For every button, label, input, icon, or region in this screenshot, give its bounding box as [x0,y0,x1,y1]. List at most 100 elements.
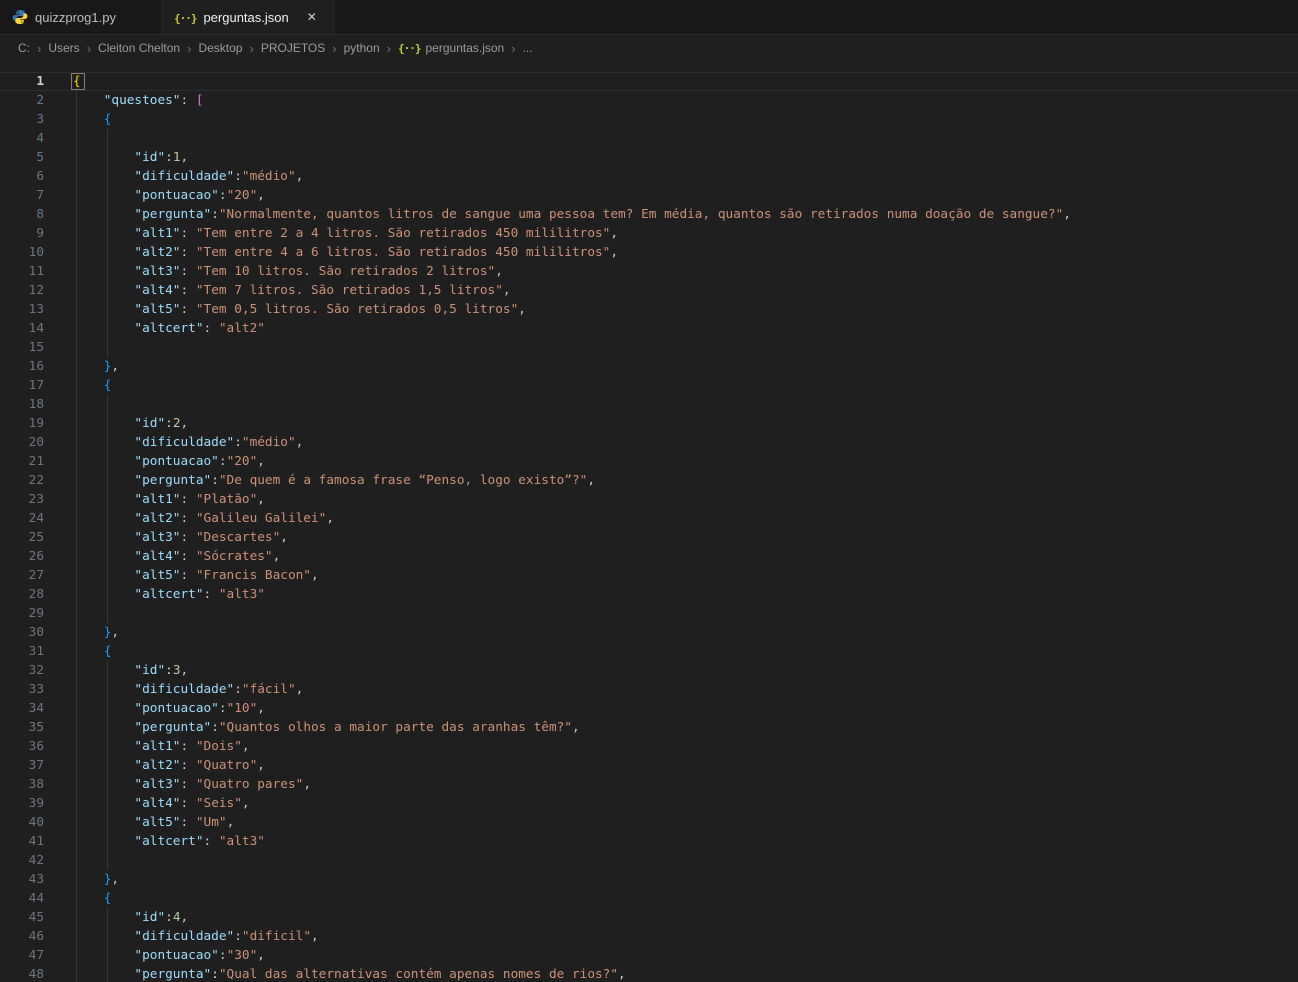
code-line[interactable]: 18 [0,395,1298,414]
line-number[interactable]: 1 [0,72,44,91]
code-line[interactable]: 48 "pergunta":"Qual das alternativas con… [0,965,1298,982]
code-line[interactable]: 17 { [0,376,1298,395]
code-line[interactable]: 14 "altcert": "alt2" [0,319,1298,338]
line-number[interactable]: 15 [0,338,44,357]
line-number[interactable]: 32 [0,661,44,680]
code-line[interactable]: 1{ [0,72,1298,91]
line-number[interactable]: 36 [0,737,44,756]
line-number[interactable]: 19 [0,414,44,433]
code-line[interactable]: 11 "alt3": "Tem 10 litros. São retirados… [0,262,1298,281]
tab-perguntas-json[interactable]: perguntas.json [162,0,335,34]
code-line[interactable]: 25 "alt3": "Descartes", [0,528,1298,547]
breadcrumb-item[interactable]: perguntas.json [380,41,505,56]
code-line[interactable]: 12 "alt4": "Tem 7 litros. São retirados … [0,281,1298,300]
line-number[interactable]: 34 [0,699,44,718]
code-line[interactable]: 47 "pontuacao":"30", [0,946,1298,965]
code-line[interactable]: 38 "alt3": "Quatro pares", [0,775,1298,794]
code-line[interactable]: 29 [0,604,1298,623]
tab-quizzprog1-py[interactable]: quizzprog1.py [0,0,162,34]
line-number[interactable]: 22 [0,471,44,490]
line-number[interactable]: 20 [0,433,44,452]
line-number[interactable]: 33 [0,680,44,699]
line-number[interactable]: 28 [0,585,44,604]
line-number[interactable]: 26 [0,547,44,566]
line-number[interactable]: 14 [0,319,44,338]
line-number[interactable]: 11 [0,262,44,281]
code-line[interactable]: 42 [0,851,1298,870]
code-line[interactable]: 39 "alt4": "Seis", [0,794,1298,813]
line-number[interactable]: 23 [0,490,44,509]
line-number[interactable]: 27 [0,566,44,585]
line-number[interactable]: 40 [0,813,44,832]
code-line[interactable]: 26 "alt4": "Sócrates", [0,547,1298,566]
breadcrumb-item[interactable]: Users [30,41,80,56]
line-number[interactable]: 12 [0,281,44,300]
code-line[interactable]: 6 "dificuldade":"médio", [0,167,1298,186]
line-number[interactable]: 38 [0,775,44,794]
line-number[interactable]: 31 [0,642,44,661]
code-line[interactable]: 20 "dificuldade":"médio", [0,433,1298,452]
line-number[interactable]: 8 [0,205,44,224]
line-number[interactable]: 18 [0,395,44,414]
code-line[interactable]: 35 "pergunta":"Quantos olhos a maior par… [0,718,1298,737]
code-line[interactable]: 23 "alt1": "Platão", [0,490,1298,509]
line-number[interactable]: 2 [0,91,44,110]
line-number[interactable]: 48 [0,965,44,982]
code-line[interactable]: 31 { [0,642,1298,661]
breadcrumb-item[interactable]: Cleiton Chelton [80,41,180,56]
code-line[interactable]: 44 { [0,889,1298,908]
code-line[interactable]: 27 "alt5": "Francis Bacon", [0,566,1298,585]
line-number[interactable]: 9 [0,224,44,243]
code-line[interactable]: 43 }, [0,870,1298,889]
code-line[interactable]: 45 "id":4, [0,908,1298,927]
code-line[interactable]: 30 }, [0,623,1298,642]
line-number[interactable]: 21 [0,452,44,471]
line-number[interactable]: 43 [0,870,44,889]
code-line[interactable]: 15 [0,338,1298,357]
breadcrumb-item[interactable]: ... [504,41,532,56]
close-icon[interactable] [302,7,322,27]
line-number[interactable]: 25 [0,528,44,547]
line-number[interactable]: 45 [0,908,44,927]
line-number[interactable]: 30 [0,623,44,642]
code-line[interactable]: 8 "pergunta":"Normalmente, quantos litro… [0,205,1298,224]
code-line[interactable]: 7 "pontuacao":"20", [0,186,1298,205]
code-line[interactable]: 10 "alt2": "Tem entre 4 a 6 litros. São … [0,243,1298,262]
line-number[interactable]: 7 [0,186,44,205]
code-line[interactable]: 21 "pontuacao":"20", [0,452,1298,471]
line-number[interactable]: 46 [0,927,44,946]
line-number[interactable]: 29 [0,604,44,623]
line-number[interactable]: 4 [0,129,44,148]
line-number[interactable]: 42 [0,851,44,870]
line-number[interactable]: 35 [0,718,44,737]
code-line[interactable]: 13 "alt5": "Tem 0,5 litros. São retirado… [0,300,1298,319]
code-line[interactable]: 4 [0,129,1298,148]
breadcrumb-item[interactable]: python [325,41,379,56]
line-number[interactable]: 13 [0,300,44,319]
line-number[interactable]: 3 [0,110,44,129]
code-line[interactable]: 24 "alt2": "Galileu Galilei", [0,509,1298,528]
breadcrumb-item[interactable]: PROJETOS [242,41,325,56]
code-line[interactable]: 37 "alt2": "Quatro", [0,756,1298,775]
line-number[interactable]: 17 [0,376,44,395]
breadcrumb-item[interactable]: Desktop [180,41,242,56]
code-line[interactable]: 34 "pontuacao":"10", [0,699,1298,718]
line-number[interactable]: 24 [0,509,44,528]
line-number[interactable]: 10 [0,243,44,262]
code-line[interactable]: 32 "id":3, [0,661,1298,680]
line-number[interactable]: 5 [0,148,44,167]
line-number[interactable]: 16 [0,357,44,376]
code-line[interactable]: 19 "id":2, [0,414,1298,433]
code-line[interactable]: 36 "alt1": "Dois", [0,737,1298,756]
code-line[interactable]: 46 "dificuldade":"dificil", [0,927,1298,946]
code-line[interactable]: 9 "alt1": "Tem entre 2 a 4 litros. São r… [0,224,1298,243]
line-number[interactable]: 37 [0,756,44,775]
breadcrumb-item[interactable]: C: [18,41,30,55]
line-number[interactable]: 47 [0,946,44,965]
code-line[interactable]: 41 "altcert": "alt3" [0,832,1298,851]
line-number[interactable]: 39 [0,794,44,813]
code-line[interactable]: 40 "alt5": "Um", [0,813,1298,832]
code-line[interactable]: 2 "questoes": [ [0,91,1298,110]
code-line[interactable]: 16 }, [0,357,1298,376]
code-line[interactable]: 5 "id":1, [0,148,1298,167]
